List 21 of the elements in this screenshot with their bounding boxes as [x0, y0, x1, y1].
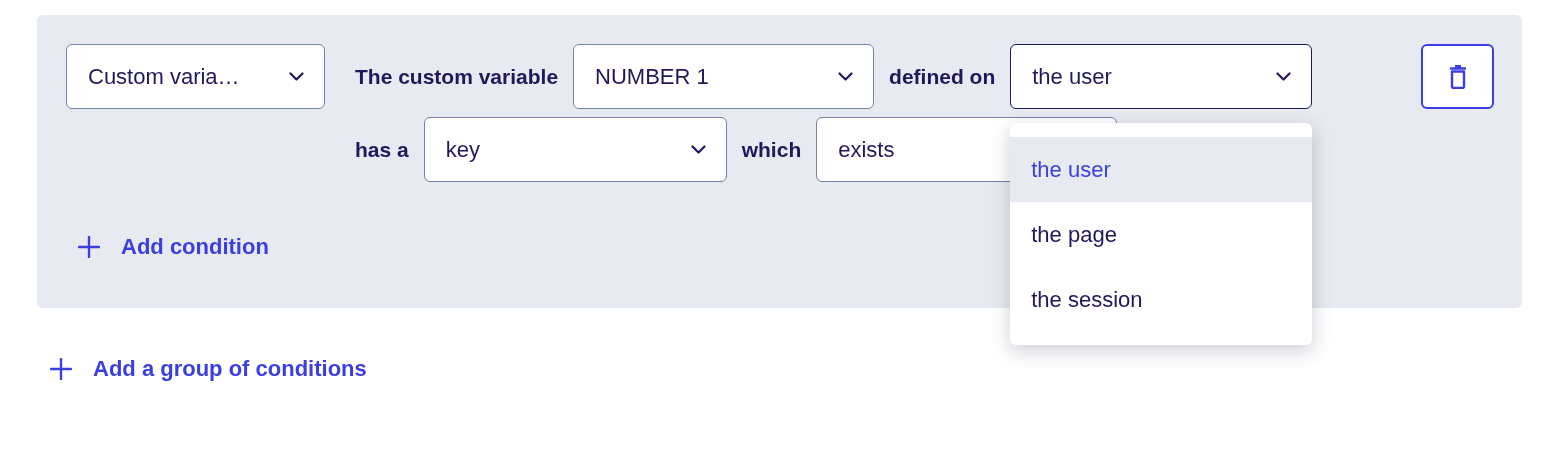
menu-option[interactable]: the user: [1010, 137, 1313, 202]
menu-option[interactable]: the session: [1010, 267, 1313, 332]
condition-label: defined on: [889, 64, 996, 89]
dropdown-select[interactable]: the user: [1010, 44, 1313, 109]
chevron-down-icon: [289, 72, 304, 81]
add-link[interactable]: Add condition: [78, 233, 269, 261]
plus-icon: [50, 358, 72, 380]
delete-button[interactable]: [1421, 44, 1494, 109]
trash-icon: [1448, 64, 1467, 89]
chevron-down-icon: [690, 145, 706, 154]
dropdown-select[interactable]: Custom varia…: [66, 44, 325, 109]
dropdown-select[interactable]: key: [423, 117, 727, 182]
condition-label: The custom variable: [355, 64, 559, 89]
add-link[interactable]: Add a group of conditions: [50, 355, 367, 383]
chevron-down-icon: [1276, 72, 1292, 81]
condition-label: which: [741, 137, 802, 162]
menu-option[interactable]: the page: [1010, 202, 1313, 267]
dropdown-select[interactable]: NUMBER 1: [573, 44, 875, 109]
condition-label: has a: [355, 137, 409, 162]
plus-icon: [78, 236, 100, 258]
chevron-down-icon: [838, 72, 854, 81]
